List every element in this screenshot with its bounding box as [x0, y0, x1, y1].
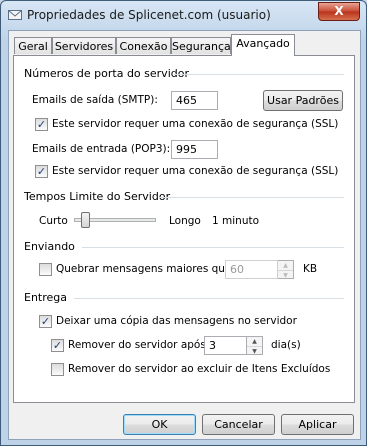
tab-avancado[interactable]: Avançado: [231, 34, 295, 56]
group-divider: [82, 247, 344, 248]
pop3-port-label: Emails de entrada (POP3):: [32, 143, 171, 155]
title-bar[interactable]: Propriedades de Splicenet.com (usuario) …: [1, 1, 366, 29]
remove-after-spinner[interactable]: ▲ ▼: [247, 336, 263, 355]
group-divider: [174, 74, 344, 75]
group-divider: [159, 197, 344, 198]
spin-down-icon[interactable]: ▼: [278, 271, 293, 280]
remove-after-label: Remover do servidor após: [68, 339, 206, 351]
dialog-client-area: Geral Servidores Conexão Segurança Avanç…: [8, 30, 361, 440]
cancel-button[interactable]: Cancelar: [202, 414, 275, 435]
remove-after-checkbox[interactable]: ✓: [51, 339, 64, 352]
pop3-ssl-checkbox[interactable]: ✓: [35, 165, 48, 178]
pop3-ssl-label: Este servidor requer uma conexão de segu…: [52, 165, 339, 177]
close-button[interactable]: X: [318, 2, 360, 21]
delivery-group-title: Entrega: [24, 291, 68, 304]
advanced-tab-panel: Números de porta do servidor Emails de s…: [13, 55, 355, 403]
timeout-short-label: Curto: [39, 215, 68, 227]
split-messages-label: Quebrar mensagens maiores que: [56, 263, 232, 275]
leave-copy-checkbox[interactable]: ✓: [39, 315, 52, 328]
smtp-ssl-label: Este servidor requer uma conexão de segu…: [52, 118, 339, 130]
spin-up-icon[interactable]: ▲: [247, 337, 262, 347]
pop3-port-input[interactable]: 995: [171, 140, 218, 159]
timeout-slider-thumb[interactable]: [81, 212, 91, 228]
smtp-port-input[interactable]: 465: [171, 91, 218, 110]
smtp-ssl-checkbox[interactable]: ✓: [35, 118, 48, 131]
ok-button[interactable]: OK: [123, 414, 196, 435]
timeouts-group-title: Tempos Limite do Servidor: [24, 190, 171, 203]
remove-deleted-checkbox[interactable]: [51, 363, 64, 376]
apply-button[interactable]: Aplicar: [281, 414, 354, 435]
group-divider: [74, 298, 344, 299]
timeout-value: 1 minuto: [212, 215, 260, 227]
split-size-unit: KB: [303, 263, 318, 275]
split-size-spinner[interactable]: ▲ ▼: [278, 260, 294, 279]
window-title: Propriedades de Splicenet.com (usuario): [27, 8, 271, 22]
tab-servidores[interactable]: Servidores: [52, 37, 116, 54]
properties-dialog: Propriedades de Splicenet.com (usuario) …: [0, 0, 367, 446]
use-defaults-button[interactable]: Usar Padrões: [263, 90, 343, 111]
tab-seguranca[interactable]: Segurança: [171, 37, 231, 54]
sending-group-title: Enviando: [24, 240, 75, 253]
mail-account-icon: [8, 10, 22, 20]
tab-geral[interactable]: Geral: [14, 37, 52, 54]
split-size-input[interactable]: 60: [225, 260, 278, 279]
split-messages-checkbox[interactable]: [39, 263, 52, 276]
spin-up-icon[interactable]: ▲: [278, 261, 293, 271]
remove-after-days-input[interactable]: 3: [204, 336, 247, 355]
ports-group-title: Números de porta do servidor: [24, 67, 189, 80]
remove-deleted-label: Remover do servidor ao excluir de Itens …: [68, 363, 331, 375]
timeout-long-label: Longo: [169, 215, 201, 227]
remove-after-unit: dia(s): [271, 339, 301, 351]
tab-conexao[interactable]: Conexão: [116, 37, 171, 54]
smtp-port-label: Emails de saída (SMTP):: [32, 94, 158, 106]
leave-copy-label: Deixar uma cópia das mensagens no servid…: [56, 315, 297, 327]
spin-down-icon[interactable]: ▼: [247, 347, 262, 356]
